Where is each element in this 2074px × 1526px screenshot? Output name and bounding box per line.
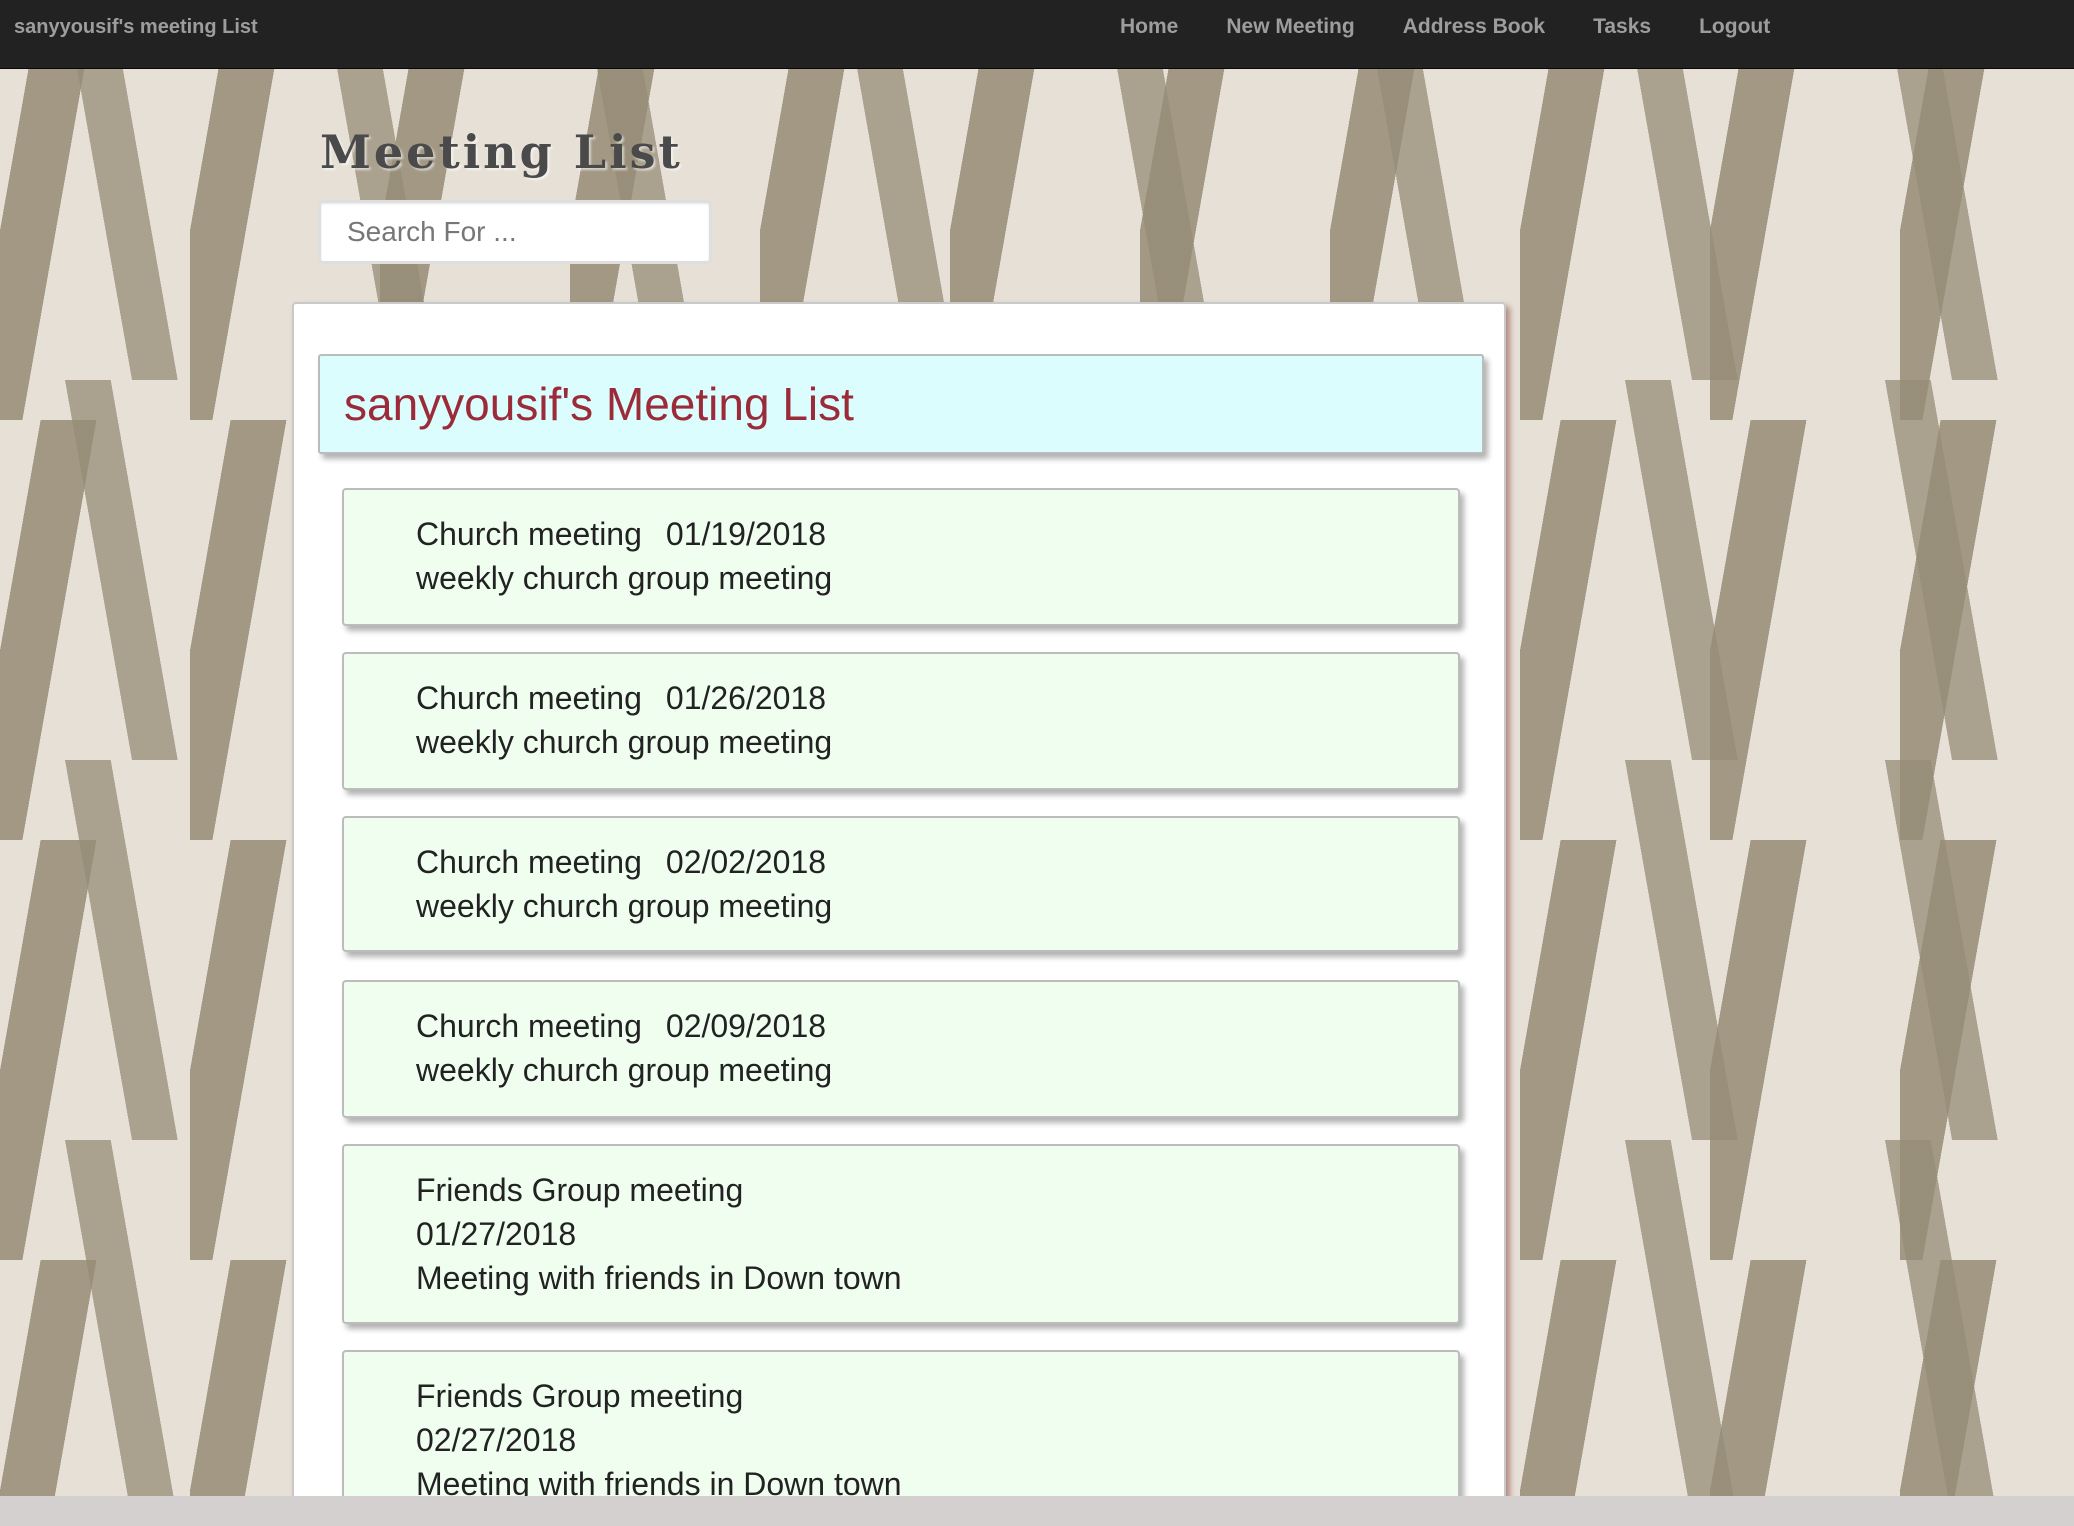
- meeting-date: 01/27/2018: [416, 1216, 577, 1252]
- meeting-description: weekly church group meeting: [416, 1052, 833, 1088]
- meeting-date: 02/09/2018: [665, 1008, 827, 1044]
- meeting-item[interactable]: Friends Group meeting 01/27/2018 Meeting…: [342, 1144, 1460, 1324]
- meeting-list-heading: sanyyousif's Meeting List: [344, 378, 854, 430]
- meeting-list-header: sanyyousif's Meeting List: [318, 354, 1484, 454]
- nav-link-new-meeting[interactable]: New Meeting: [1226, 15, 1354, 39]
- nav-link-home[interactable]: Home: [1120, 15, 1178, 39]
- nav-link-logout[interactable]: Logout: [1699, 15, 1770, 39]
- search-input[interactable]: [318, 200, 712, 264]
- meeting-title: Church meeting: [416, 844, 642, 880]
- nav-link-address-book[interactable]: Address Book: [1403, 15, 1545, 39]
- top-navbar: sanyyousif's meeting List Home New Meeti…: [0, 0, 2074, 69]
- nav-links: Home New Meeting Address Book Tasks Logo…: [1120, 0, 1818, 54]
- meeting-item[interactable]: Church meeting 02/09/2018 weekly church g…: [342, 980, 1460, 1118]
- page-title: Meeting List: [320, 125, 683, 179]
- meeting-description: weekly church group meeting: [416, 888, 833, 924]
- navbar-brand[interactable]: sanyyousif's meeting List: [14, 16, 258, 39]
- meeting-item[interactable]: Church meeting 02/02/2018 weekly church g…: [342, 816, 1460, 952]
- meeting-title: Friends Group meeting: [416, 1378, 744, 1414]
- nav-link-tasks[interactable]: Tasks: [1593, 15, 1651, 39]
- bottom-strip: [0, 1496, 2074, 1526]
- meeting-title: Church meeting: [416, 680, 642, 716]
- meeting-description: weekly church group meeting: [416, 560, 833, 596]
- meeting-list-panel: sanyyousif's Meeting List Church meeting…: [292, 302, 1506, 1526]
- meeting-date: 01/19/2018: [665, 516, 827, 552]
- meeting-item[interactable]: Church meeting 01/19/2018 weekly church g…: [342, 488, 1460, 626]
- meeting-title: Church meeting: [416, 1008, 642, 1044]
- meeting-title: Friends Group meeting: [416, 1172, 744, 1208]
- meeting-description: Meeting with friends in Down town: [416, 1260, 902, 1296]
- meeting-date: 01/26/2018: [665, 680, 827, 716]
- meeting-description: weekly church group meeting: [416, 724, 833, 760]
- meeting-date: 02/27/2018: [416, 1422, 577, 1458]
- meeting-date: 02/02/2018: [665, 844, 827, 880]
- meeting-title: Church meeting: [416, 516, 642, 552]
- meeting-item[interactable]: Church meeting 01/26/2018 weekly church g…: [342, 652, 1460, 790]
